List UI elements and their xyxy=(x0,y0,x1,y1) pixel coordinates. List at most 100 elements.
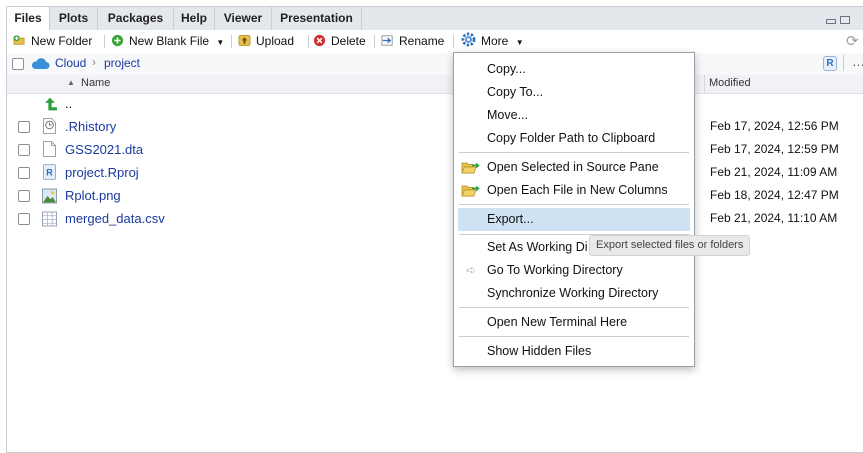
delete-label: Delete xyxy=(331,34,366,48)
rproj-file-icon: R xyxy=(43,164,56,180)
new-folder-icon xyxy=(13,35,25,45)
menu-item-show-hidden-files[interactable]: Show Hidden Files xyxy=(454,341,694,362)
breadcrumb-project-link[interactable]: project xyxy=(104,56,140,70)
refresh-icon[interactable]: ⟳ xyxy=(846,30,859,53)
file-checkbox[interactable] xyxy=(18,213,30,225)
breadcrumb-cloud-link[interactable]: Cloud xyxy=(55,56,86,70)
chevron-down-icon: ▼ xyxy=(515,38,524,47)
menu-item-sync-working-directory[interactable]: Synchronize Working Directory xyxy=(454,283,694,304)
modified-column-header[interactable]: Modified xyxy=(709,77,751,89)
file-row-rhistory[interactable]: .Rhistory Feb 17, 2024, 12:56 PM xyxy=(7,116,863,139)
file-row-gss2021[interactable]: GSS2021.dta Feb 17, 2024, 12:59 PM xyxy=(7,139,863,162)
new-blank-file-label: New Blank File xyxy=(129,34,210,48)
file-name-link[interactable]: project.Rproj xyxy=(65,165,139,180)
tab-plots[interactable]: Plots xyxy=(50,7,98,30)
toolbar-divider xyxy=(308,35,309,48)
parent-directory-row[interactable]: .. xyxy=(7,93,863,116)
export-tooltip: Export selected files or folders xyxy=(589,235,751,256)
file-name-link[interactable]: Rplot.png xyxy=(65,188,121,203)
toolbar-divider xyxy=(231,35,232,48)
breadcrumb: Cloud › project R … xyxy=(7,53,863,76)
upload-button[interactable]: Upload xyxy=(238,30,294,53)
parent-directory-label: .. xyxy=(65,96,73,111)
cloud-icon xyxy=(31,58,50,69)
open-folder-icon xyxy=(461,162,480,174)
blank-file-icon xyxy=(43,141,56,157)
file-row-merged-data[interactable]: merged_data.csv Feb 21, 2024, 11:10 AM xyxy=(7,208,863,231)
menu-divider xyxy=(459,152,689,153)
svg-text:R: R xyxy=(46,168,53,178)
menu-item-copy-to[interactable]: Copy To... xyxy=(454,82,694,103)
file-name-link[interactable]: .Rhistory xyxy=(65,119,116,134)
pane-tabbar: Files Plots Packages Help Viewer Present… xyxy=(7,7,863,31)
file-name-link[interactable]: GSS2021.dta xyxy=(65,142,143,157)
history-file-icon xyxy=(43,118,56,134)
name-column-header[interactable]: Name xyxy=(81,77,110,89)
image-file-icon xyxy=(42,188,57,204)
tab-viewer[interactable]: Viewer xyxy=(215,7,272,30)
gear-icon xyxy=(461,32,476,47)
toolbar-divider xyxy=(453,35,454,48)
file-name-link[interactable]: merged_data.csv xyxy=(65,211,165,226)
upload-icon xyxy=(238,35,251,46)
more-dropdown-menu: Copy... Copy To... Move... Copy Folder P… xyxy=(453,52,695,367)
file-modified: Feb 17, 2024, 12:59 PM xyxy=(710,142,839,156)
files-toolbar: New Folder New Blank File ▼ Upload Delet… xyxy=(7,30,863,54)
tab-packages[interactable]: Packages xyxy=(98,7,174,30)
menu-item-open-each[interactable]: Open Each File in New Columns xyxy=(454,180,694,201)
rename-label: Rename xyxy=(399,34,445,48)
menu-item-copy[interactable]: Copy... xyxy=(454,59,694,80)
open-folder-icon xyxy=(461,185,480,197)
file-row-rproj[interactable]: R project.Rproj Feb 21, 2024, 11:09 AM xyxy=(7,162,863,185)
file-modified: Feb 21, 2024, 11:10 AM xyxy=(710,211,838,225)
menu-divider xyxy=(459,336,689,337)
new-blank-file-button[interactable]: New Blank File ▼ xyxy=(111,30,224,53)
file-checkbox[interactable] xyxy=(18,190,30,202)
new-folder-label: New Folder xyxy=(31,34,93,48)
column-divider xyxy=(704,75,705,93)
menu-divider xyxy=(459,307,689,308)
add-file-icon xyxy=(111,34,124,47)
tab-files[interactable]: Files xyxy=(7,7,50,31)
new-folder-button[interactable]: New Folder xyxy=(13,30,92,53)
menu-divider xyxy=(459,204,689,205)
menu-item-go-to-working-directory[interactable]: ➪ Go To Working Directory xyxy=(454,260,694,281)
menu-item-export[interactable]: Export... xyxy=(458,208,690,231)
up-arrow-icon xyxy=(45,97,57,111)
menu-item-move[interactable]: Move... xyxy=(454,105,694,126)
file-modified: Feb 18, 2024, 12:47 PM xyxy=(710,188,839,202)
more-label: More xyxy=(481,34,509,48)
sort-ascending-icon: ▲ xyxy=(67,78,75,87)
menu-item-open-selected[interactable]: Open Selected in Source Pane xyxy=(454,157,694,178)
tab-help[interactable]: Help xyxy=(174,7,215,30)
upload-label: Upload xyxy=(256,34,295,48)
minimize-pane-icon[interactable] xyxy=(826,19,836,24)
chevron-down-icon: ▼ xyxy=(216,38,225,47)
select-all-checkbox[interactable] xyxy=(12,58,24,70)
toolbar-divider xyxy=(374,35,375,48)
file-modified: Feb 17, 2024, 12:56 PM xyxy=(710,119,839,133)
breadcrumb-separator: › xyxy=(92,55,96,69)
maximize-pane-icon[interactable] xyxy=(840,16,850,24)
more-options-icon[interactable]: … xyxy=(852,54,863,69)
csv-file-icon xyxy=(42,211,57,227)
file-checkbox[interactable] xyxy=(18,121,30,133)
toolbar-divider xyxy=(104,35,105,48)
delete-icon xyxy=(313,34,326,47)
more-button[interactable]: More ▼ xyxy=(461,30,524,53)
menu-item-open-terminal[interactable]: Open New Terminal Here xyxy=(454,312,694,333)
file-list-header: ▲ Name Modified xyxy=(7,75,863,94)
files-pane: Files Plots Packages Help Viewer Present… xyxy=(6,6,863,453)
file-modified: Feb 21, 2024, 11:09 AM xyxy=(710,165,838,179)
menu-item-copy-folder-path[interactable]: Copy Folder Path to Clipboard xyxy=(454,128,694,149)
rename-icon xyxy=(381,35,393,46)
file-checkbox[interactable] xyxy=(18,167,30,179)
tab-presentation[interactable]: Presentation xyxy=(272,7,362,30)
file-row-rplot[interactable]: Rplot.png Feb 18, 2024, 12:47 PM xyxy=(7,185,863,208)
file-checkbox[interactable] xyxy=(18,144,30,156)
breadcrumb-divider xyxy=(843,55,844,71)
go-to-project-icon[interactable]: R xyxy=(823,56,837,71)
rename-button[interactable]: Rename xyxy=(381,30,444,53)
delete-button[interactable]: Delete xyxy=(313,30,366,53)
arrow-right-icon: ➪ xyxy=(466,263,477,277)
